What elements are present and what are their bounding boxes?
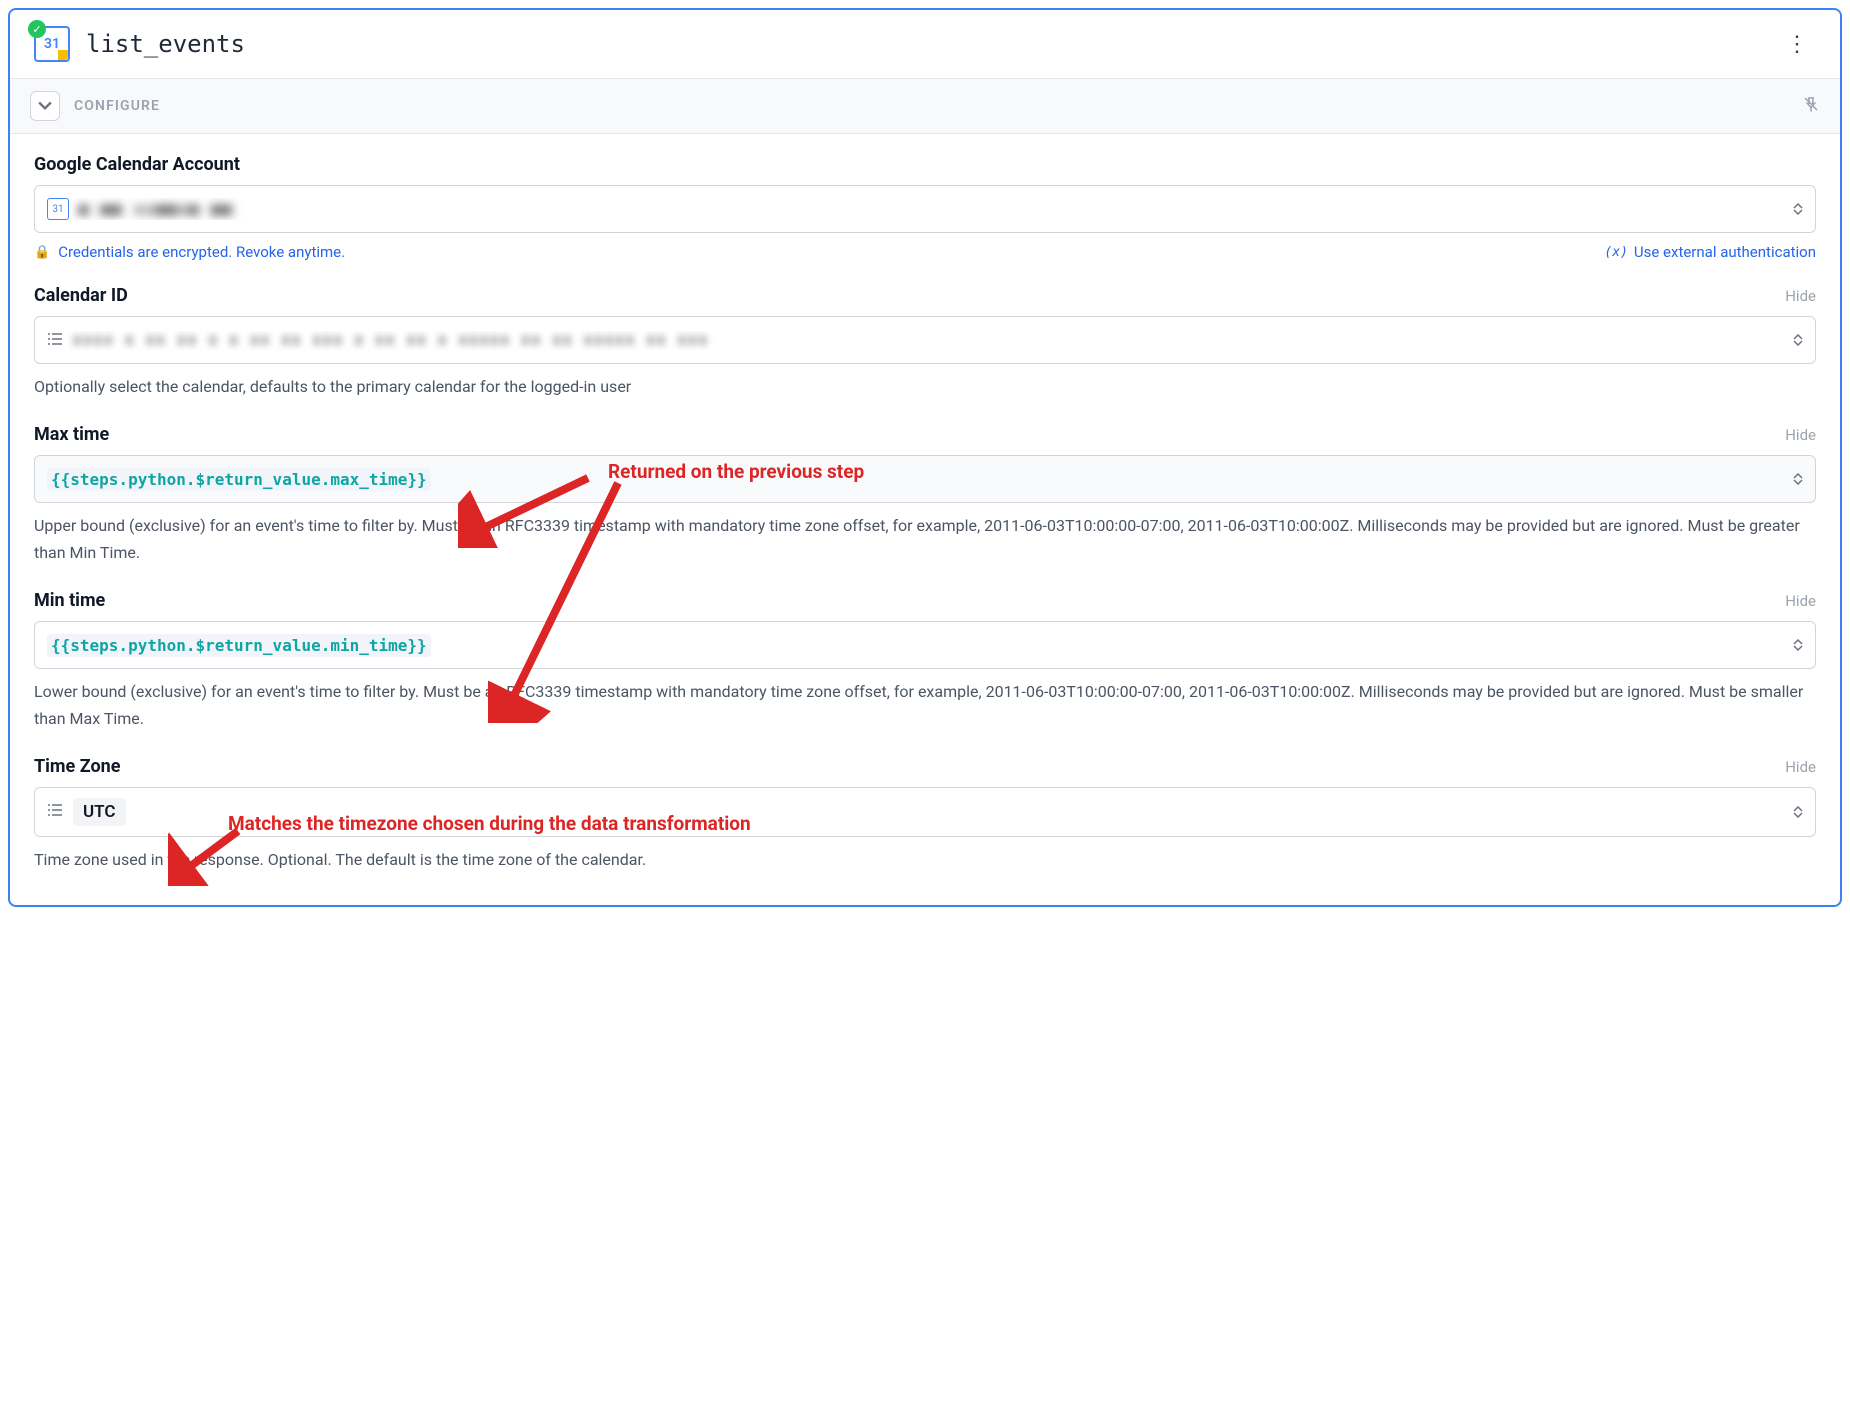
step-title: list_events <box>86 30 1778 58</box>
external-auth-link[interactable]: (x) Use external authentication <box>1604 243 1816 261</box>
account-label: Google Calendar Account <box>34 154 1816 175</box>
max-time-desc: Upper bound (exclusive) for an event's t… <box>34 513 1816 566</box>
chevron-down-icon <box>38 99 52 113</box>
field-time-zone: Time Zone Hide UTC Time zone used in the… <box>34 756 1816 873</box>
min-time-label: Min time <box>34 590 1785 611</box>
hide-link[interactable]: Hide <box>1785 758 1816 776</box>
field-min-time: Min time Hide {{steps.python.$return_val… <box>34 590 1816 732</box>
step-card: 31 ✓ list_events ⋮ CONFIGURE Google Cale… <box>8 8 1842 907</box>
calendar-id-desc: Optionally select the calendar, defaults… <box>34 374 1816 400</box>
calendar-id-select[interactable]: ▮▮▮▮ ▮ ▮▮ ▮▮ ▮ ▮ ▮▮ ▮▮ ▮▮▮ ▮ ▮▮ ▮▮ ▮ ▮▮▮… <box>34 316 1816 364</box>
list-icon <box>47 331 63 350</box>
time-zone-select[interactable]: UTC <box>34 787 1816 837</box>
list-icon <box>47 802 63 821</box>
max-time-input[interactable]: {{steps.python.$return_value.max_time}} <box>34 455 1816 503</box>
hide-link[interactable]: Hide <box>1785 287 1816 305</box>
unpin-icon[interactable] <box>1802 95 1820 117</box>
calendar-id-value-redacted: ▮▮▮▮ ▮ ▮▮ ▮▮ ▮ ▮ ▮▮ ▮▮ ▮▮▮ ▮ ▮▮ ▮▮ ▮ ▮▮▮… <box>73 332 709 348</box>
section-label: CONFIGURE <box>74 98 1802 114</box>
check-badge-icon: ✓ <box>28 20 46 38</box>
kebab-menu-icon[interactable]: ⋮ <box>1778 28 1816 61</box>
time-zone-value: UTC <box>73 798 126 826</box>
step-icon-wrapper: 31 ✓ <box>34 26 70 62</box>
min-time-desc: Lower bound (exclusive) for an event's t… <box>34 679 1816 732</box>
min-time-value: {{steps.python.$return_value.min_time}} <box>47 634 431 657</box>
field-calendar-id: Calendar ID Hide ▮▮▮▮ ▮ ▮▮ ▮▮ ▮ ▮ ▮▮ ▮▮ … <box>34 285 1816 400</box>
variable-icon: (x) <box>1604 245 1627 260</box>
hide-link[interactable]: Hide <box>1785 426 1816 444</box>
time-zone-desc: Time zone used in the response. Optional… <box>34 847 1816 873</box>
calendar-id-label: Calendar ID <box>34 285 1785 306</box>
hide-link[interactable]: Hide <box>1785 592 1816 610</box>
account-select[interactable]: 31 ■ ■■ ▮▮■■▮■ ■■ <box>34 185 1816 233</box>
stepper-icon[interactable] <box>1793 639 1803 651</box>
min-time-input[interactable]: {{steps.python.$return_value.min_time}} <box>34 621 1816 669</box>
card-header: 31 ✓ list_events ⋮ <box>10 10 1840 78</box>
collapse-toggle[interactable] <box>30 91 60 121</box>
stepper-icon[interactable] <box>1793 806 1803 818</box>
field-max-time: Max time Hide {{steps.python.$return_val… <box>34 424 1816 566</box>
configure-section-bar: CONFIGURE <box>10 78 1840 134</box>
stepper-icon[interactable] <box>1793 473 1803 485</box>
google-calendar-icon: 31 <box>47 198 69 220</box>
max-time-label: Max time <box>34 424 1785 445</box>
time-zone-label: Time Zone <box>34 756 1785 777</box>
max-time-value: {{steps.python.$return_value.max_time}} <box>47 468 431 491</box>
lock-icon: 🔒 <box>34 245 50 260</box>
stepper-icon[interactable] <box>1793 334 1803 346</box>
config-body: Google Calendar Account 31 ■ ■■ ▮▮■■▮■ ■… <box>10 134 1840 905</box>
encrypted-note: 🔒 Credentials are encrypted. Revoke anyt… <box>34 243 1604 261</box>
stepper-icon[interactable] <box>1793 203 1803 215</box>
account-value-redacted: ■ ■■ ▮▮■■▮■ ■■ <box>79 200 233 218</box>
field-account: Google Calendar Account 31 ■ ■■ ▮▮■■▮■ ■… <box>34 154 1816 261</box>
